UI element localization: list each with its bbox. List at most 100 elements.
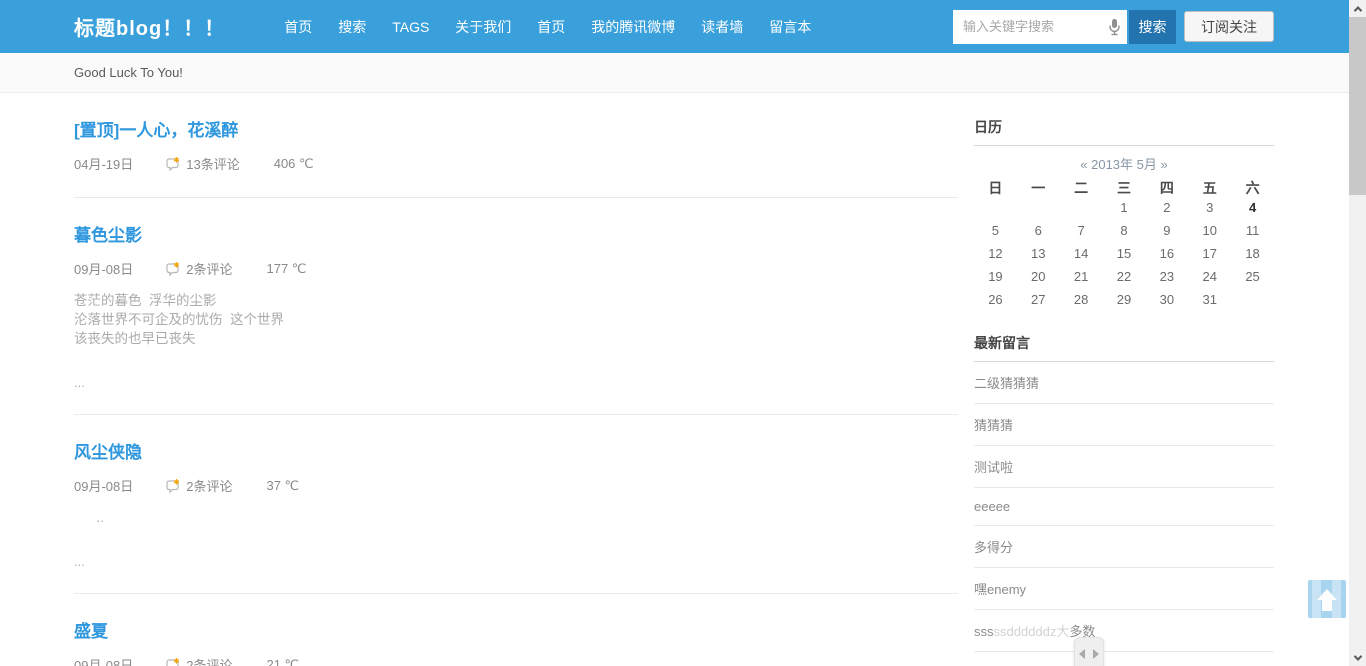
scrollbar-thumb[interactable]: [1349, 17, 1366, 195]
post-meta: 09月-08日 2条评论 21 ℃: [74, 655, 958, 666]
post-item: 风尘侠隐 09月-08日 2条评论 37 ℃ .. ...: [74, 415, 958, 594]
calendar-date: 22: [1103, 267, 1146, 286]
calendar-date: 23: [1145, 267, 1188, 286]
calendar-day-header: 日: [974, 179, 1017, 198]
comment-bubble-star-icon: [165, 657, 181, 666]
site-title: 标题blog！！！: [74, 12, 225, 41]
calendar-date: 2: [1145, 198, 1188, 217]
post-comments-count: 2条评论: [186, 655, 232, 666]
calendar-date: 30: [1145, 290, 1188, 309]
scrollbar-up-arrow[interactable]: [1349, 0, 1366, 17]
latest-comments-list: 二级猜猜猜 猜猜猜 测试啦 eeeee 多得分 嘿enemy sssssdddd…: [974, 362, 1274, 666]
post-ellipsis: ...: [74, 554, 958, 569]
post-views-temp: 406 ℃: [274, 156, 314, 172]
post-views-temp: 21 ℃: [266, 657, 299, 666]
top-navigation-bar: 标题blog！！！ 首页搜索TAGS关于我们首页我的腾讯微博读者墙留言本 搜索: [0, 0, 1366, 53]
search-group: 搜索 订阅关注: [953, 10, 1274, 44]
autoscroll-right-arrow: [1093, 649, 1099, 659]
comment-text-segment: sss: [974, 624, 994, 639]
calendar-date: 26: [974, 290, 1017, 309]
comment-link[interactable]: eeeee: [974, 488, 1274, 526]
calendar-date: 21: [1060, 267, 1103, 286]
post-comments-link[interactable]: 13条评论: [165, 154, 239, 173]
comment-link[interactable]: 嘿enemy: [974, 568, 1274, 610]
nav-link[interactable]: 读者墙: [688, 17, 756, 37]
nav-link[interactable]: 关于我们: [442, 17, 524, 37]
calendar-date: 13: [1017, 244, 1060, 263]
latest-comments-widget: 最新留言 二级猜猜猜 猜猜猜 测试啦 eeeee 多得分 嘿enemy ssss…: [974, 323, 1274, 666]
post-views-temp: 177 ℃: [266, 261, 306, 277]
comment-link[interactable]: 发发发: [974, 652, 1274, 666]
post-comments-link[interactable]: 2条评论: [165, 259, 232, 278]
post-comments-count: 2条评论: [186, 259, 232, 278]
post-comments-link[interactable]: 2条评论: [165, 655, 232, 666]
calendar-day-header: 四: [1145, 179, 1188, 198]
calendar-day-header-row: 日一二三四五六: [974, 179, 1274, 198]
main-nav: 首页搜索TAGS关于我们首页我的腾讯微博读者墙留言本: [271, 17, 824, 37]
post-comments-link[interactable]: 2条评论: [165, 476, 232, 495]
calendar-widget: 日历 « 2013年 5月 » 日一二三四五六 1234567891011121…: [974, 107, 1274, 309]
comment-bubble-star-icon: [165, 478, 181, 494]
latest-comments-heading: 最新留言: [974, 323, 1274, 362]
comment-link[interactable]: 二级猜猜猜: [974, 362, 1274, 404]
calendar-date: 24: [1188, 267, 1231, 286]
calendar-date: 27: [1017, 290, 1060, 309]
calendar-date: 5: [974, 221, 1017, 240]
post-item: 暮色尘影 09月-08日 2条评论 177 ℃ 苍茫的暮色 浮华的尘影 沦落世界…: [74, 198, 958, 415]
calendar-date: 12: [974, 244, 1017, 263]
calendar-date: 15: [1103, 244, 1146, 263]
autoscroll-origin-icon: [1074, 637, 1104, 666]
search-box: [953, 10, 1127, 44]
calendar-date: 28: [1060, 290, 1103, 309]
search-button[interactable]: 搜索: [1129, 10, 1176, 44]
comment-bubble-star-icon: [165, 261, 181, 277]
calendar-day-header: 六: [1231, 179, 1274, 198]
microphone-icon[interactable]: [1108, 18, 1121, 42]
nav-link[interactable]: 首页: [524, 17, 578, 37]
calendar-date: 29: [1103, 290, 1146, 309]
blog-page: 标题blog！！！ 首页搜索TAGS关于我们首页我的腾讯微博读者墙留言本 搜索: [0, 0, 1366, 666]
vertical-scrollbar[interactable]: [1349, 0, 1366, 666]
nav-link[interactable]: TAGS: [379, 19, 442, 35]
calendar-date: [1231, 290, 1274, 309]
post-title-link[interactable]: 盛夏: [74, 617, 108, 642]
post-date: 09月-08日: [74, 259, 133, 278]
calendar-date: 10: [1188, 221, 1231, 240]
scrollbar-down-arrow[interactable]: [1349, 649, 1366, 666]
post-meta: 09月-08日 2条评论 37 ℃: [74, 476, 958, 495]
calendar-month-nav[interactable]: « 2013年 5月 »: [974, 154, 1274, 173]
post-meta: 09月-08日 2条评论 177 ℃: [74, 259, 958, 278]
back-to-top-button[interactable]: [1308, 580, 1346, 618]
post-item: 盛夏 09月-08日 2条评论 21 ℃: [74, 594, 958, 666]
calendar-heading: 日历: [974, 107, 1274, 146]
post-title-link[interactable]: [置顶]一人心，花溪醉: [74, 116, 238, 141]
site-slogan-bar: Good Luck To You!: [0, 53, 1366, 93]
search-input[interactable]: [953, 10, 1127, 44]
post-title-link[interactable]: 风尘侠隐: [74, 438, 142, 463]
comment-link[interactable]: 测试啦: [974, 446, 1274, 488]
comment-link[interactable]: sssssddddddz大多数: [974, 610, 1274, 652]
comment-link[interactable]: 猜猜猜: [974, 404, 1274, 446]
post-meta: 04月-19日 13条评论 406 ℃: [74, 154, 958, 173]
nav-link[interactable]: 搜索: [325, 17, 379, 37]
site-slogan: Good Luck To You!: [74, 65, 1274, 80]
nav-link[interactable]: 首页: [271, 17, 325, 37]
post-ellipsis: ...: [74, 375, 958, 390]
post-comments-count: 13条评论: [186, 154, 239, 173]
calendar-date: 14: [1060, 244, 1103, 263]
calendar-date: [1017, 198, 1060, 217]
post-title-link[interactable]: 暮色尘影: [74, 221, 142, 246]
post-views-temp: 37 ℃: [266, 478, 299, 494]
nav-link[interactable]: 我的腾讯微博: [578, 17, 688, 37]
subscribe-button[interactable]: 订阅关注: [1184, 11, 1274, 42]
comment-link[interactable]: 多得分: [974, 526, 1274, 568]
sidebar: 日历 « 2013年 5月 » 日一二三四五六 1234567891011121…: [974, 93, 1274, 666]
post-excerpt: ..: [74, 508, 958, 527]
calendar-day-header: 一: [1017, 179, 1060, 198]
calendar-day-header: 二: [1060, 179, 1103, 198]
calendar-date: 8: [1103, 221, 1146, 240]
calendar-date: 18: [1231, 244, 1274, 263]
calendar-day-header: 五: [1188, 179, 1231, 198]
calendar-date: 31: [1188, 290, 1231, 309]
nav-link[interactable]: 留言本: [756, 17, 824, 37]
